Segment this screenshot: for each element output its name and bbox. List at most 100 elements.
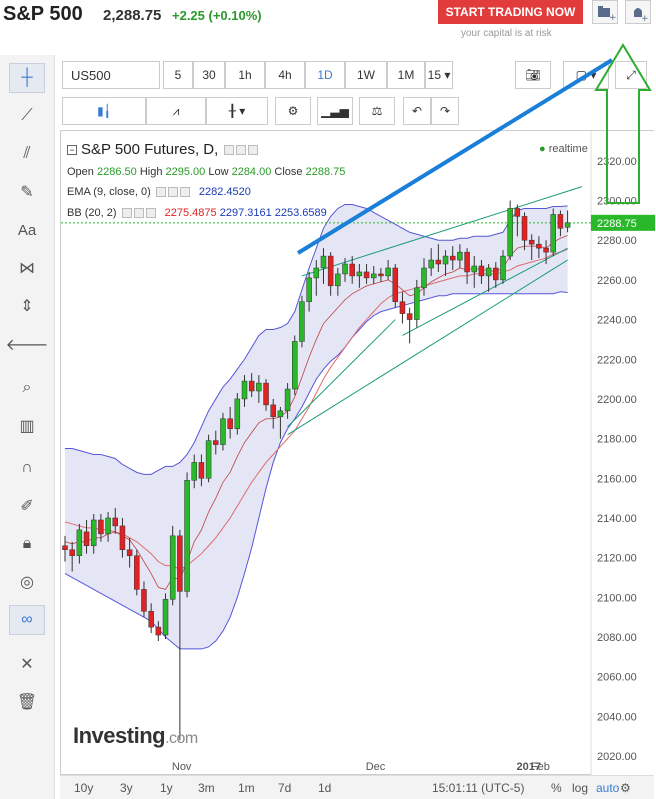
range-1d-button[interactable]: 1d (318, 781, 331, 795)
ruler-icon: ▥ (19, 418, 35, 435)
ema-visibility[interactable] (155, 187, 166, 198)
candle-body (299, 301, 305, 342)
text-tool[interactable]: Aa (9, 215, 45, 245)
snapshot-button[interactable]: 📷︎ (515, 61, 551, 89)
fullscreen-button[interactable]: ⤢ (615, 61, 647, 89)
ema-close[interactable] (179, 187, 190, 198)
bars-style-button[interactable]: ⩘ (146, 97, 206, 125)
undo-button[interactable]: ↶ (403, 97, 431, 125)
ema-label: EMA (9, close, 0) (67, 186, 151, 198)
bb-label: BB (20, 2) (67, 207, 117, 219)
hide-tool[interactable]: ◎ (9, 567, 45, 597)
chart-area[interactable]: 2020.00 2040.00 2060.00 2080.00 2100.00 2120.… (60, 130, 655, 776)
pitchfork-tool[interactable]: ⫽ (9, 139, 45, 169)
settings-button[interactable]: ⚙ (275, 97, 311, 125)
zoom-tool[interactable]: ⌕ (9, 373, 45, 403)
gear-icon: ⚙ (620, 781, 631, 795)
log-toggle[interactable]: log (572, 781, 588, 795)
range-3m-button[interactable]: 3m (198, 781, 215, 795)
y-tick-label: 2200.00 (597, 394, 637, 406)
compare-button[interactable]: ⚖ (359, 97, 395, 125)
range-10y-button[interactable]: 10y (74, 781, 93, 795)
x-tick-label: Feb (531, 761, 550, 773)
interval-5-button[interactable]: 5 (163, 61, 193, 89)
x-tick-label: Nov (172, 761, 192, 773)
y-tick-label: 2160.00 (597, 473, 637, 485)
legend-settings[interactable] (236, 145, 247, 156)
studies-button[interactable]: ▁▃▅ (317, 97, 353, 125)
candle-body (507, 208, 513, 257)
legend-dropdown[interactable] (224, 145, 235, 156)
candle (184, 472, 190, 598)
candle-body (69, 549, 75, 556)
lock-tool[interactable]: 🔒︎ (9, 529, 45, 559)
camera-icon: 📷︎ (525, 68, 541, 82)
interval-30-button[interactable]: 30 (193, 61, 225, 89)
crosshair-tool[interactable]: ┼ (9, 63, 45, 93)
symbol-input[interactable]: US500 (62, 61, 160, 89)
delete-tool[interactable]: 🗑︎ (9, 687, 45, 717)
candle-body (428, 259, 434, 269)
indicators-button[interactable]: ╂ ▾ (206, 97, 268, 125)
pattern-tool[interactable]: ⋈ (9, 253, 45, 283)
stay-drawing-tool[interactable]: ✐ (9, 491, 45, 521)
bb-visibility[interactable] (121, 208, 132, 219)
svg-text:+: + (641, 14, 649, 23)
open-value: 2286.50 (96, 166, 137, 178)
settings-tool[interactable]: ✕ (9, 649, 45, 679)
ema-settings[interactable] (167, 187, 178, 198)
auto-toggle[interactable]: auto (596, 781, 619, 795)
price-chart[interactable]: 2020.00 2040.00 2060.00 2080.00 2100.00 2120.… (61, 131, 655, 776)
interval-4h-button[interactable]: 4h (265, 61, 305, 89)
gear-icon: ⚙ (287, 104, 299, 118)
candle-body (191, 462, 197, 481)
candle-body (449, 255, 456, 261)
magnet-icon: ∩ (21, 459, 33, 476)
range-3y-button[interactable]: 3y (120, 781, 133, 795)
percent-toggle[interactable]: % (551, 781, 562, 795)
range-1m-button[interactable]: 1m (238, 781, 255, 795)
magnet-tool[interactable]: ∩ (9, 453, 45, 483)
y-tick-label: 2140.00 (597, 513, 637, 525)
close-value: 2288.75 (305, 166, 346, 178)
bb-lower-value: 2253.6589 (274, 207, 327, 219)
x-tick-label: Dec (366, 761, 386, 773)
candle-body (90, 519, 97, 547)
alert-button[interactable]: + (625, 0, 651, 24)
interval-1h-button[interactable]: 1h (225, 61, 265, 89)
chart-type-button[interactable]: ▮╽ (62, 97, 146, 125)
chart-legend-title: − S&P 500 Futures, D, (67, 141, 259, 158)
lock-icon: 🔒︎ (22, 535, 32, 552)
start-trading-button[interactable]: START TRADING NOW (438, 0, 583, 24)
add-to-portfolio-button[interactable]: + (592, 0, 618, 24)
low-label: Low (208, 166, 229, 178)
range-7d-button[interactable]: 7d (278, 781, 291, 795)
candle-body (327, 255, 334, 287)
interval-1d-button[interactable]: 1D (305, 61, 345, 89)
bb-settings[interactable] (133, 208, 144, 219)
trend-line-tool[interactable]: ⟋ (9, 101, 45, 131)
color-button[interactable]: ▢ ▾ (563, 61, 609, 89)
candle-body (471, 265, 478, 273)
redo-button[interactable]: ↷ (431, 97, 459, 125)
back-tool[interactable]: 🡐 (6, 329, 49, 359)
candle (134, 549, 140, 596)
measure-tool[interactable]: ⇕ (9, 291, 45, 321)
symbol-name: S&P 500 (3, 3, 83, 25)
link-tool[interactable]: ∞ (9, 605, 45, 635)
bb-close[interactable] (145, 208, 156, 219)
interval-15-button[interactable]: 15 ▾ (425, 61, 453, 89)
bars-tool[interactable]: ▥ (9, 411, 45, 441)
candle-body (83, 531, 90, 547)
chart-settings-gear[interactable]: ⚙ (620, 781, 631, 795)
range-bar: 10y 3y 1y 3m 1m 7d 1d 15:01:11 (UTC-5) % log a… (60, 775, 654, 799)
y-tick-label: 2280.00 (597, 235, 637, 247)
pitchfork-icon: ⫽ (23, 145, 31, 162)
range-1y-button[interactable]: 1y (160, 781, 173, 795)
brush-tool[interactable]: ✎ (9, 177, 45, 207)
candle-body (543, 247, 549, 253)
interval-1w-button[interactable]: 1W (345, 61, 387, 89)
interval-1m-button[interactable]: 1M (387, 61, 425, 89)
realtime-dot: ● (539, 143, 546, 155)
legend-close[interactable] (248, 145, 259, 156)
